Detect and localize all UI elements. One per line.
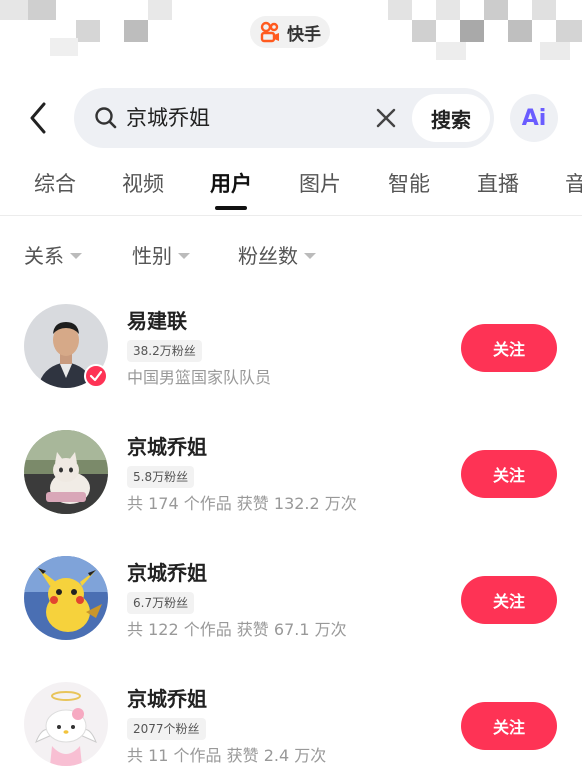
blurred-pixel <box>508 20 532 42</box>
filter-relation[interactable]: 关系 <box>24 242 82 270</box>
blurred-pixel <box>460 20 484 42</box>
tab-videos[interactable]: 视频 <box>122 168 164 200</box>
avatar[interactable] <box>24 682 108 766</box>
user-name[interactable]: 易建联 <box>127 307 187 335</box>
filter-label: 粉丝数 <box>238 244 298 268</box>
tab-smart[interactable]: 智能 <box>388 168 430 200</box>
blurred-pixel <box>76 20 100 42</box>
filter-label: 关系 <box>24 244 64 268</box>
ai-label: Ai <box>521 105 547 131</box>
tab-live[interactable]: 直播 <box>477 168 519 200</box>
caret-down-icon <box>304 253 316 259</box>
user-name[interactable]: 京城乔姐 <box>127 559 207 587</box>
search-button[interactable]: 搜索 <box>412 94 490 142</box>
ai-button[interactable]: Ai <box>510 94 558 142</box>
user-name[interactable]: 京城乔姐 <box>127 433 207 461</box>
blurred-pixel <box>436 0 460 20</box>
clear-icon[interactable] <box>375 107 397 129</box>
blurred-pixel <box>412 20 436 42</box>
fans-count-badge: 2077个粉丝 <box>127 718 206 740</box>
follow-button[interactable]: 关注 <box>461 576 557 624</box>
filter-label: 性别 <box>132 244 172 268</box>
caret-down-icon <box>70 253 82 259</box>
fans-count-badge: 6.7万粉丝 <box>127 592 195 614</box>
brand-name: 快手 <box>287 24 321 45</box>
user-description: 共 11 个作品 获赞 2.4 万次 <box>127 746 327 765</box>
blurred-pixel <box>148 0 172 20</box>
user-card[interactable]: 京城乔姐 5.8万粉丝 共 174 个作品 获赞 132.2 万次 关注 <box>0 430 582 550</box>
avatar[interactable] <box>24 430 108 514</box>
blurred-pixel <box>436 42 466 60</box>
user-name[interactable]: 京城乔姐 <box>127 685 207 713</box>
filter-gender[interactable]: 性别 <box>132 242 190 270</box>
tab-bar: 综合 视频 用户 图片 智能 直播 音 <box>0 168 582 216</box>
tab-users[interactable]: 用户 <box>210 168 252 200</box>
status-bar: 快手 <box>0 0 582 64</box>
tab-images[interactable]: 图片 <box>299 168 341 200</box>
blurred-pixel <box>540 42 570 60</box>
blurred-pixel <box>532 0 556 20</box>
follow-button[interactable]: 关注 <box>461 324 557 372</box>
follow-button[interactable]: 关注 <box>461 450 557 498</box>
kuaishou-logo-icon <box>259 21 281 43</box>
tab-comprehensive[interactable]: 综合 <box>34 168 76 200</box>
tab-music[interactable]: 音 <box>565 168 582 200</box>
blurred-pixel <box>124 20 148 42</box>
caret-down-icon <box>178 253 190 259</box>
fans-count-badge: 38.2万粉丝 <box>127 340 202 362</box>
user-card[interactable]: 京城乔姐 6.7万粉丝 共 122 个作品 获赞 67.1 万次 关注 <box>0 556 582 676</box>
verified-badge-icon <box>84 364 108 388</box>
user-card[interactable]: 易建联 38.2万粉丝 中国男篮国家队队员 关注 <box>0 304 582 424</box>
search-bar[interactable]: 京城乔姐 搜索 <box>74 88 494 148</box>
blurred-pixel <box>484 0 508 20</box>
back-button[interactable] <box>24 100 56 136</box>
blurred-pixel <box>28 0 56 20</box>
blurred-pixel <box>50 38 78 56</box>
fans-count-badge: 5.8万粉丝 <box>127 466 195 488</box>
user-card[interactable]: 京城乔姐 2077个粉丝 共 11 个作品 获赞 2.4 万次 关注 <box>0 682 582 767</box>
filter-fans-count[interactable]: 粉丝数 <box>238 242 316 270</box>
brand-pill: 快手 <box>250 16 330 48</box>
user-description: 共 122 个作品 获赞 67.1 万次 <box>127 620 347 639</box>
blurred-pixel <box>388 0 412 20</box>
divider <box>0 215 582 216</box>
blurred-pixel <box>556 20 582 42</box>
search-icon <box>94 106 118 130</box>
active-tab-indicator <box>215 206 247 210</box>
avatar[interactable] <box>24 556 108 640</box>
user-description: 中国男篮国家队队员 <box>127 368 272 387</box>
search-input[interactable]: 京城乔姐 <box>126 104 210 132</box>
chevron-left-icon <box>30 102 46 134</box>
blurred-pixel <box>0 0 28 20</box>
user-description: 共 174 个作品 获赞 132.2 万次 <box>127 494 357 513</box>
follow-button[interactable]: 关注 <box>461 702 557 750</box>
